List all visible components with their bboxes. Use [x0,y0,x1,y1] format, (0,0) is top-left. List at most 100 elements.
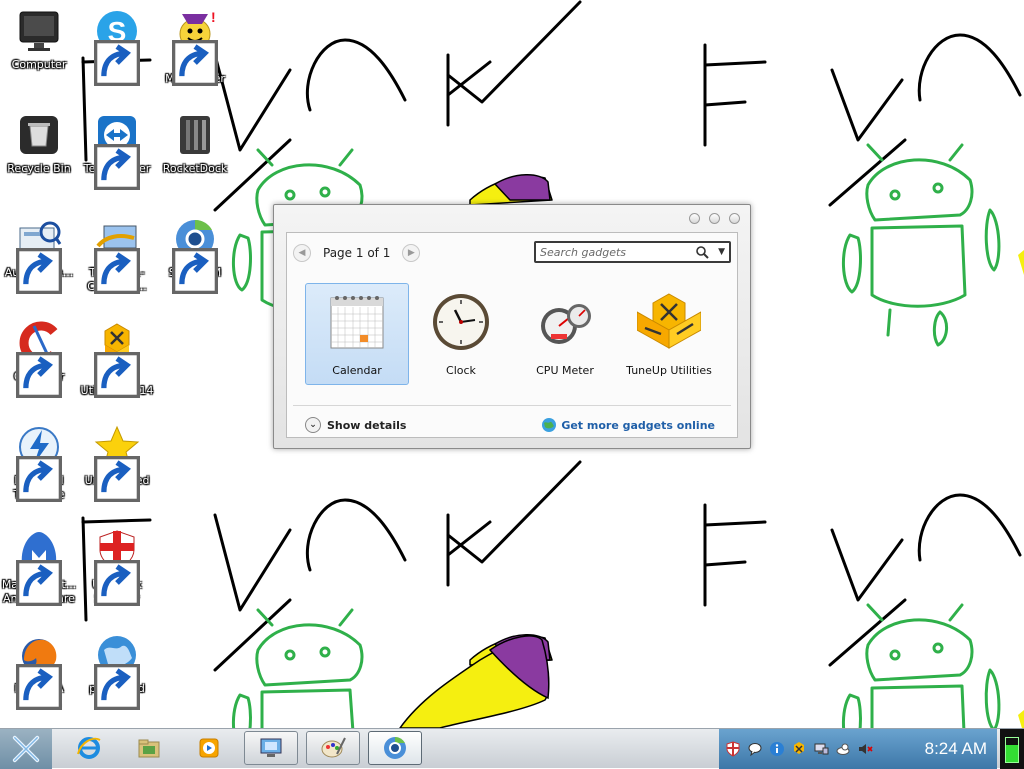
tuneup-icon [94,320,140,398]
shortcut-arrow-icon [172,248,218,294]
star-icon [94,424,140,502]
gadget-tile-cpu-meter[interactable]: CPU Meter [513,283,617,385]
desktop-icon-yahoo[interactable]: !Yahoo! Messenger [157,8,233,86]
shortcut-arrow-icon [94,248,140,294]
minimize-button[interactable] [689,213,700,224]
battery-icon [1005,737,1019,763]
firefox-icon [16,632,62,710]
taskbar-button-chromium[interactable] [368,731,422,765]
desktop-icon-shittium[interactable]: SHITTIUM [157,216,233,294]
daemon-tools-icon [16,424,62,502]
yahoo-messenger-icon: ! [172,8,218,86]
media-player-icon [199,738,219,758]
security-shield-icon[interactable] [725,741,741,757]
desktop-icon-ccleaner[interactable]: CCleaner [1,320,77,398]
maximize-button[interactable] [709,213,720,224]
start-x-icon [12,735,40,763]
monitor-icon [16,8,62,54]
get-more-gadgets-label: Get more gadgets online [561,418,715,432]
chevron-down-icon[interactable]: ▼ [718,247,725,257]
desktop-icon-malwarebytes[interactable]: Malwarebyt... Anti-Malware [1,528,77,606]
search-input[interactable] [540,244,690,260]
gadget-gallery-window: ◀ Page 1 of 1 ▶ ▼ Calen [273,204,751,449]
desktop-icon-unattended[interactable]: Unattended Soft [79,424,155,502]
chromium-icon [384,736,406,759]
globe-icon [94,632,140,710]
close-button[interactable] [729,213,740,224]
internet-explorer-icon [77,737,101,759]
taskbar-button-internet-explorer[interactable] [62,731,116,765]
shortcut-arrow-icon [94,352,140,398]
gadget-tile-calendar[interactable]: Calendar [305,283,409,385]
desktop-icon-label: Computer [11,58,67,71]
shield-icon [94,528,140,606]
desktop-icon-tuneup1click[interactable]: TuneUp 1-Click Mai... [79,216,155,294]
shortcut-arrow-icon [94,40,140,86]
taskbar-button-media-player[interactable] [182,731,236,765]
show-details-button[interactable]: ⌄ Show details [305,417,406,433]
show-desktop-button[interactable] [1000,729,1024,769]
shortcut-arrow-icon [94,144,140,190]
desktop-icon-label: Recycle Bin [7,162,71,175]
taskbar-button-remote-desktop[interactable] [244,731,298,765]
taskbar-clock[interactable]: 8:24 AM [925,739,987,759]
taskbar: 8:24 AM [0,728,1024,769]
autorun-icon [16,216,62,294]
desktop-icon-autorun[interactable]: AutorunRe... [1,216,77,294]
calendar-icon [330,296,384,349]
desktop-icon-rocketdock[interactable]: RocketDock [157,112,233,176]
desktop-icon-teamviewer[interactable]: TeamViewer 8 [79,112,155,190]
malwarebytes-icon [16,528,62,606]
svg-text:!: ! [211,9,216,25]
gadget-tile-clock[interactable]: Clock [409,283,513,385]
gadget-label: Calendar [332,364,382,377]
search-icon[interactable] [695,245,709,259]
start-button[interactable] [0,729,52,769]
clock-icon [433,294,489,350]
taskbar-button-explorer[interactable] [122,731,176,765]
paint-icon [321,737,346,758]
desktop-icon-tuneup2014[interactable]: TuneUp Utilities 2014 [79,320,155,398]
teamviewer-icon [94,112,140,190]
desktop-icon-firefox[interactable]: MOZILLA GAYFOX [1,632,77,710]
desktop-icon-daemon[interactable]: DAEMON Tools Lite [1,424,77,502]
recycle-bin-icon [16,112,62,158]
globe-icon [542,418,557,432]
next-page-button[interactable]: ▶ [402,244,421,262]
desktop-icon-skype[interactable]: SSkype [79,8,155,86]
taskbar-button-paint[interactable] [306,731,360,765]
ccleaner-icon [16,320,62,398]
volume-muted-icon[interactable] [857,741,873,757]
rocketdock-icon [172,112,218,158]
shortcut-arrow-icon [16,352,62,398]
gadget-label: CPU Meter [536,364,594,377]
window-controls [689,213,740,224]
cpu-meter-icon [541,304,591,344]
desktop-icon-usbdisk[interactable]: USB Disk Security [79,528,155,606]
chat-bubble-icon[interactable] [747,741,763,757]
get-more-gadgets-link[interactable]: Get more gadgets online [541,417,715,433]
tuneup-gadget-icon [637,293,701,349]
cloud-icon[interactable] [835,741,851,757]
monitor-network-icon [260,738,282,757]
gallery-panel: ◀ Page 1 of 1 ▶ ▼ Calen [286,232,738,438]
shortcut-arrow-icon [16,560,62,606]
desktop-icon-computer[interactable]: Computer [1,8,77,72]
shortcut-arrow-icon [172,40,218,86]
info-icon[interactable] [769,741,785,757]
tuneup-tray-icon[interactable] [791,741,807,757]
shortcut-arrow-icon [16,248,62,294]
previous-page-button[interactable]: ◀ [293,244,311,262]
gadget-label: TuneUp Utilities [626,364,712,377]
chevron-down-icon: ⌄ [305,417,321,433]
page-indicator: Page 1 of 1 [323,246,391,260]
gadget-tile-tuneup-utilities[interactable]: TuneUp Utilities [617,283,721,385]
chromium-icon [172,216,218,294]
tray-icons [725,741,873,757]
tuneup-1click-icon [94,216,140,294]
desktop-icon-recycle[interactable]: Recycle Bin [1,112,77,176]
search-box: ▼ [534,241,731,263]
shortcut-arrow-icon [94,664,140,710]
desktop-icon-pornlanbd[interactable]: pornlanbd [79,632,155,710]
network-icon[interactable] [813,741,829,757]
